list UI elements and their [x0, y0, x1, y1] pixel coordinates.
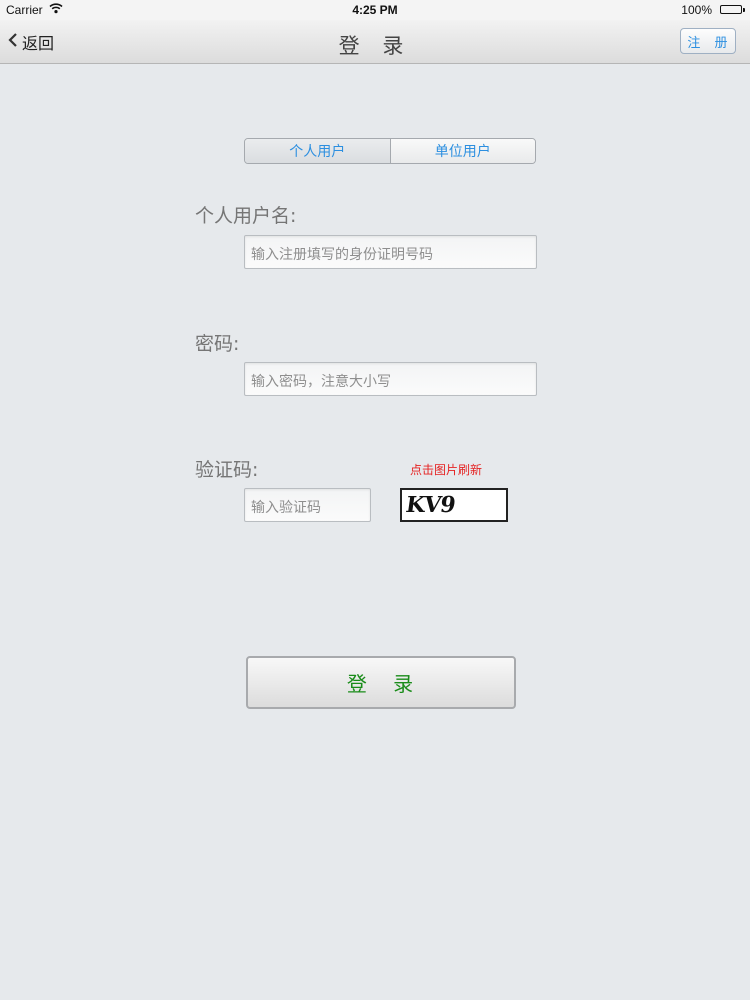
user-type-segmented-control: 个人用户 单位用户 — [244, 138, 536, 164]
segment-personal-user[interactable]: 个人用户 — [245, 139, 391, 163]
username-label: 个人用户名: — [195, 205, 297, 227]
battery-icon — [720, 5, 742, 14]
segment-organization-user[interactable]: 单位用户 — [390, 139, 535, 163]
username-field[interactable]: 输入注册填写的身份证明号码 — [244, 235, 537, 269]
clock: 4:25 PM — [352, 3, 398, 17]
battery-percent: 100% — [681, 3, 712, 17]
captcha-field[interactable]: 输入验证码 — [244, 488, 371, 522]
password-field[interactable]: 输入密码，注意大小写 — [244, 362, 537, 396]
status-bar: Carrier 4:25 PM 100% — [0, 0, 750, 20]
captcha-label: 验证码: — [195, 459, 259, 481]
navigation-bar: 返回 登 录 注 册 — [0, 20, 750, 64]
page-title: 登 录 — [338, 34, 412, 58]
captcha-text: KV9 — [404, 492, 457, 518]
captcha-refresh-hint: 点击图片刷新 — [410, 463, 483, 477]
password-label: 密码: — [195, 333, 240, 355]
login-button[interactable]: 登 录 — [246, 656, 516, 709]
captcha-image[interactable]: KV9 — [400, 488, 508, 522]
register-button[interactable]: 注 册 — [680, 28, 736, 54]
